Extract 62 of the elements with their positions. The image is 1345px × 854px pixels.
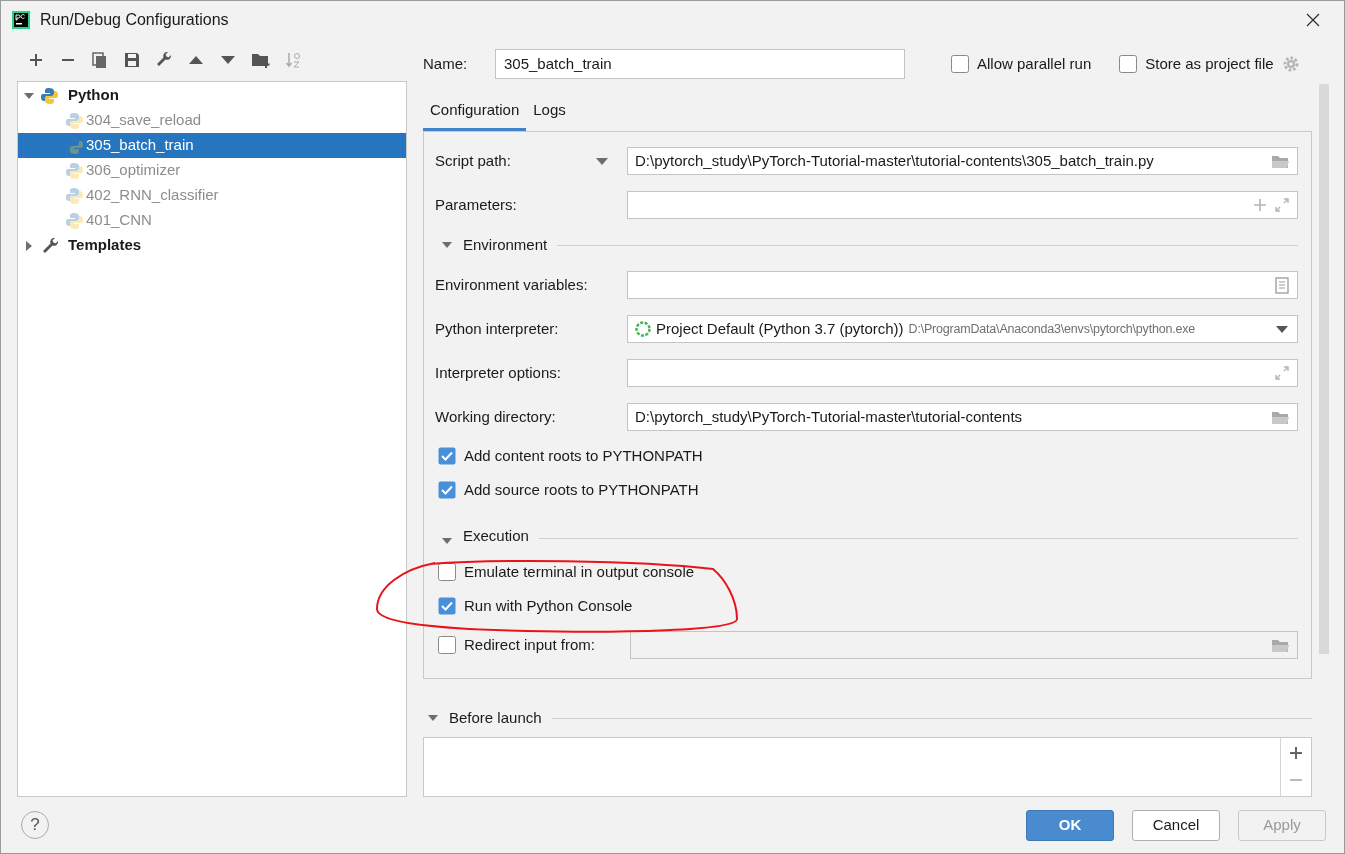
field-label: Working directory: [435, 406, 557, 427]
field-label: Environment variables: [435, 274, 589, 295]
python-icon [41, 86, 59, 105]
sort-icon[interactable] [285, 51, 303, 69]
ok-button[interactable]: OK [1026, 809, 1114, 841]
checkbox[interactable] [438, 597, 456, 615]
field-label: Parameters: [435, 194, 518, 215]
field-label: Interpreter options: [435, 362, 562, 383]
python-icon [66, 186, 84, 205]
checkbox-label[interactable]: Add content roots to PYTHONPATH [464, 444, 1298, 468]
python-icon [66, 111, 84, 130]
wrench-icon [41, 236, 59, 255]
section-title: Execution [463, 525, 529, 546]
tree-item[interactable]: 304_save_reload [18, 108, 406, 133]
scrollbar[interactable] [1319, 84, 1329, 654]
add-icon[interactable] [27, 51, 45, 69]
section-title: Before launch [449, 707, 542, 728]
checkbox-label[interactable]: Add source roots to PYTHONPATH [464, 478, 1298, 502]
app-logo-icon [12, 11, 30, 29]
wrench-icon[interactable] [155, 51, 173, 69]
checkbox-label[interactable]: Store as project file [1145, 52, 1274, 76]
name-label: Name: [423, 53, 469, 74]
list-icon[interactable] [1275, 276, 1289, 294]
new-folder-icon[interactable] [251, 51, 271, 69]
checkbox-label[interactable]: Allow parallel run [977, 52, 1092, 76]
tree-item[interactable]: Python [18, 83, 406, 108]
python-icon [66, 161, 84, 180]
section-title: Environment [463, 234, 548, 255]
folder-icon[interactable] [1271, 409, 1289, 425]
add-icon[interactable] [1289, 746, 1303, 760]
copy-icon[interactable] [91, 51, 109, 69]
input-field[interactable]: D:\pytorch_study\PyTorch-Tutorial-master\tutorial-contents [627, 403, 1298, 431]
window-title: Run/Debug Configurations [40, 10, 229, 30]
checkbox[interactable] [438, 481, 456, 499]
interpreter-dropdown[interactable]: Project Default (Python 3.7 (pytorch)) D:\ProgramData\Anaconda3\envs\pytorch\python.exe [627, 315, 1298, 343]
dialog-button[interactable]: Cancel [1132, 809, 1220, 841]
input-field[interactable] [627, 271, 1298, 299]
close-icon[interactable] [1306, 13, 1320, 27]
tree-item[interactable]: Templates [18, 233, 406, 258]
python-icon [66, 211, 84, 230]
tree-item[interactable]: 401_CNN [18, 208, 406, 233]
gear-icon[interactable] [1281, 55, 1300, 73]
python-icon [66, 136, 84, 155]
checkbox-label[interactable]: Run with Python Console [464, 594, 1298, 618]
tab[interactable]: Logs [526, 93, 573, 131]
field-label: Python interpreter: [435, 318, 560, 339]
save-icon[interactable] [123, 51, 141, 69]
tree-item[interactable]: 305_batch_train [18, 133, 406, 158]
dropdown-arrow-icon[interactable] [1275, 324, 1289, 334]
folder-icon[interactable] [1271, 153, 1289, 169]
input-field[interactable] [627, 359, 1298, 387]
field-label: Script path: [435, 150, 512, 171]
checkbox[interactable] [438, 447, 456, 465]
tree-item[interactable]: 402_RNN_classifier [18, 183, 406, 208]
tree-item[interactable]: 306_optimizer [18, 158, 406, 183]
name-field[interactable]: 305_batch_train [495, 49, 905, 79]
checkbox[interactable] [1119, 55, 1138, 73]
input-field[interactable]: D:\pytorch_study\PyTorch-Tutorial-master\tutorial-contents\305_batch_train.py [627, 147, 1298, 175]
checkbox[interactable] [951, 55, 969, 73]
checkbox-label[interactable]: Emulate terminal in output console [464, 560, 1298, 584]
dropdown-arrow-icon[interactable] [595, 156, 609, 166]
loading-icon [635, 321, 651, 337]
